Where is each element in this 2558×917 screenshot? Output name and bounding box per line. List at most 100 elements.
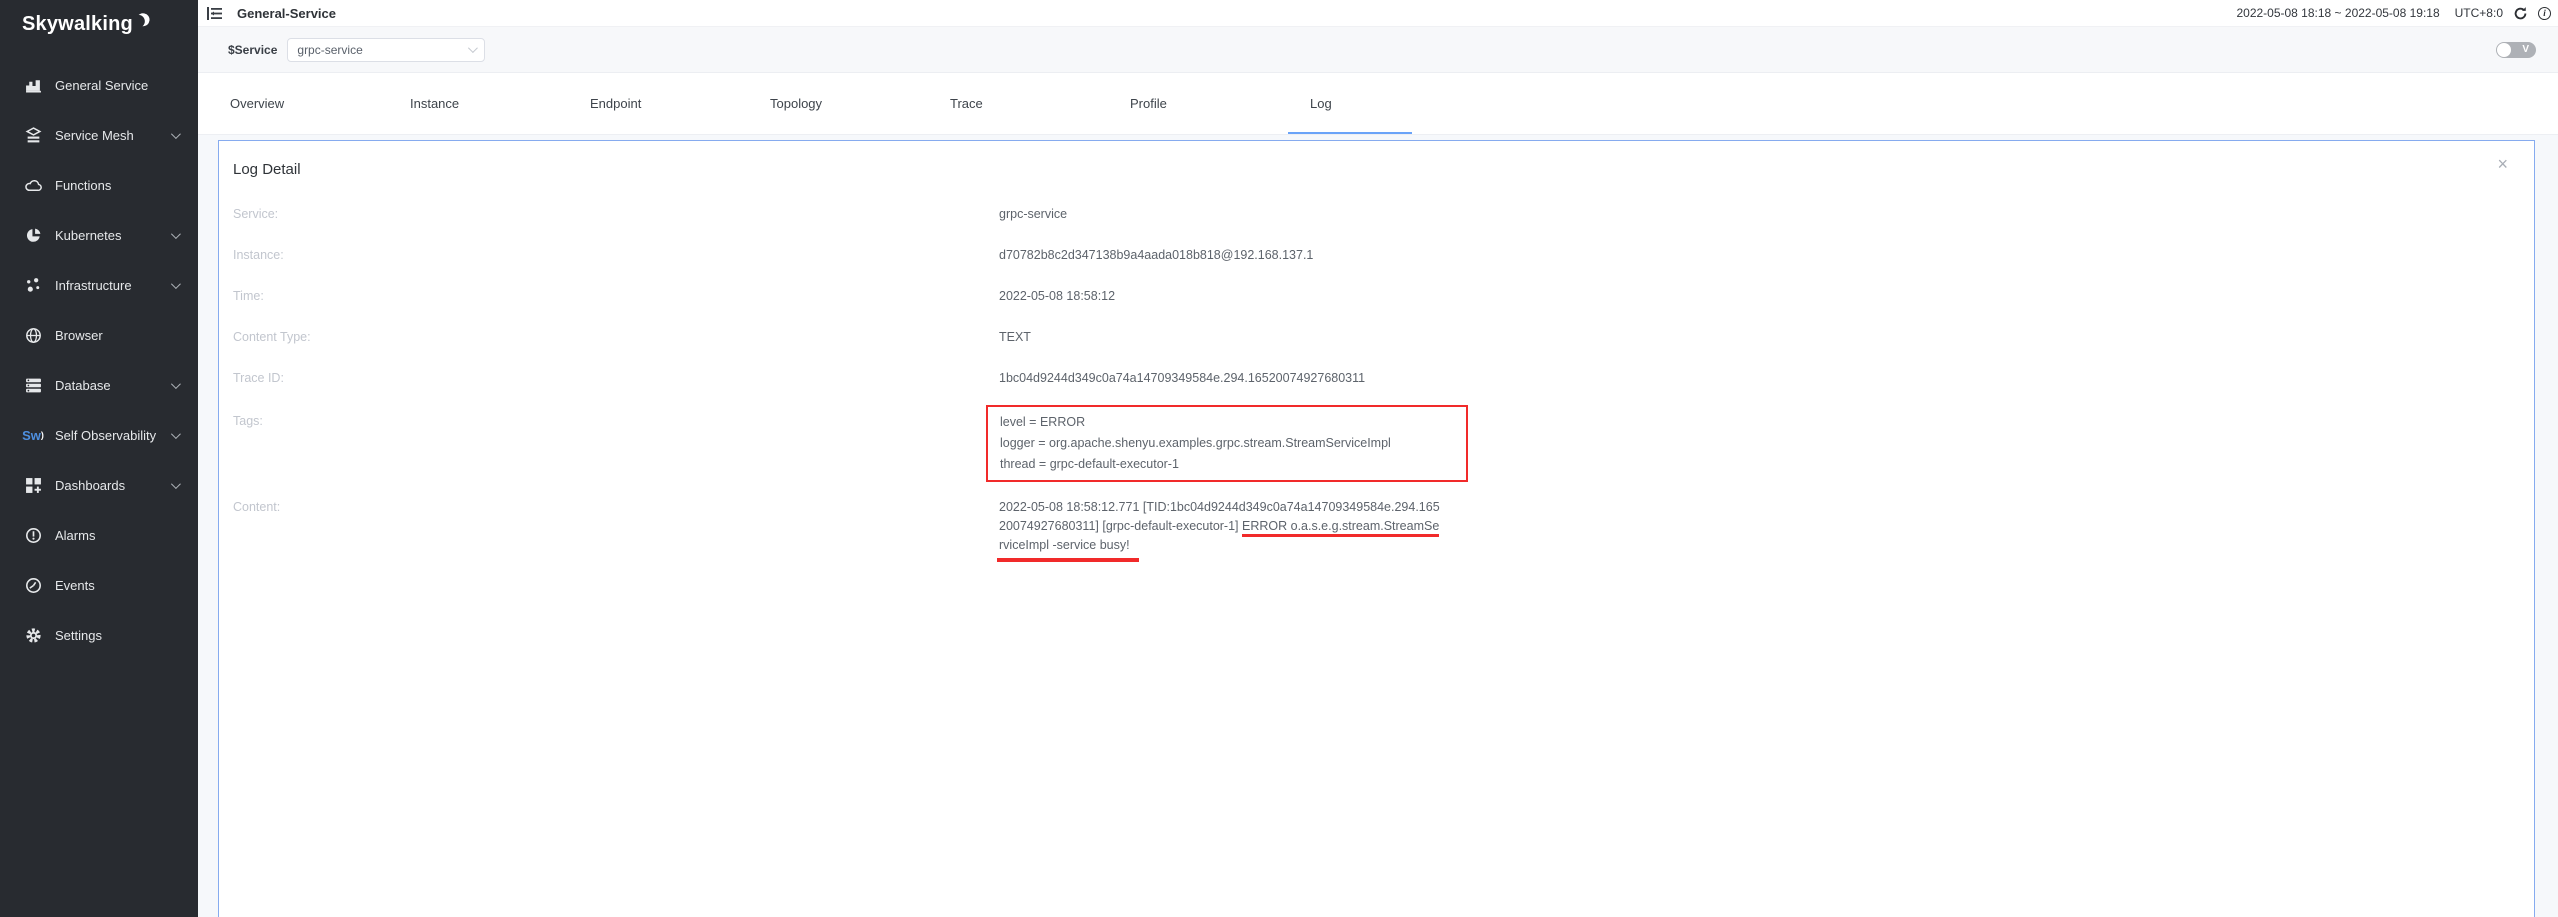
red-underline-annotation: rviceImpl -service busy! bbox=[999, 536, 1130, 555]
refresh-icon[interactable] bbox=[2513, 6, 2528, 21]
sidebar-item-label: Events bbox=[55, 578, 95, 593]
toggle-label: V bbox=[2522, 44, 2529, 55]
cloud-icon bbox=[24, 176, 42, 194]
bar-chart-icon bbox=[24, 76, 42, 94]
service-tabs: Overview Instance Endpoint Topology Trac… bbox=[198, 73, 2558, 135]
panel-title: Log Detail bbox=[233, 161, 2534, 178]
field-row-service: Service: grpc-service bbox=[219, 194, 2534, 235]
field-label: Instance: bbox=[219, 246, 999, 265]
database-icon bbox=[24, 376, 42, 394]
sidebar-item-label: General Service bbox=[55, 78, 148, 93]
sidebar-item-browser[interactable]: Browser bbox=[0, 310, 198, 360]
sidebar-item-alarms[interactable]: Alarms bbox=[0, 510, 198, 560]
sidebar-item-infrastructure[interactable]: Infrastructure bbox=[0, 260, 198, 310]
sidebar-nav: General Service Service Mesh Functions bbox=[0, 60, 198, 660]
top-header: General-Service 2022-05-08 18:18 ~ 2022-… bbox=[198, 0, 2558, 27]
chevron-down-icon bbox=[171, 279, 181, 289]
sidebar-item-service-mesh[interactable]: Service Mesh bbox=[0, 110, 198, 160]
tab-endpoint[interactable]: Endpoint bbox=[590, 73, 770, 134]
field-label: Tags: bbox=[219, 405, 999, 431]
log-content-line: rviceImpl -service busy! bbox=[999, 536, 1440, 555]
tag-line: level = ERROR bbox=[1000, 412, 1454, 433]
pie-icon bbox=[24, 226, 42, 244]
chevron-down-icon bbox=[171, 229, 181, 239]
chevron-down-icon bbox=[171, 429, 181, 439]
log-detail-panel: × Log Detail Service: grpc-service Insta… bbox=[218, 140, 2535, 917]
sidebar-item-label: Database bbox=[55, 378, 111, 393]
field-value: grpc-service bbox=[999, 205, 1067, 224]
field-row-instance: Instance: d70782b8c2d347138b9a4aada018b8… bbox=[219, 235, 2534, 276]
content-area: × Log Detail Service: grpc-service Insta… bbox=[198, 136, 2558, 917]
layers-icon bbox=[24, 126, 42, 144]
tab-topology[interactable]: Topology bbox=[770, 73, 950, 134]
sidebar-item-label: Settings bbox=[55, 628, 102, 643]
sidebar-item-label: Dashboards bbox=[55, 478, 125, 493]
field-label: Content: bbox=[219, 498, 999, 517]
timer-icon bbox=[24, 576, 42, 594]
tab-instance[interactable]: Instance bbox=[410, 73, 590, 134]
sidebar-item-label: Functions bbox=[55, 178, 111, 193]
tab-profile[interactable]: Profile bbox=[1130, 73, 1310, 134]
sidebar-item-label: Self Observability bbox=[55, 428, 156, 443]
field-row-content-type: Content Type: TEXT bbox=[219, 317, 2534, 358]
gear-icon bbox=[24, 626, 42, 644]
sidebar-item-label: Service Mesh bbox=[55, 128, 134, 143]
field-row-time: Time: 2022-05-08 18:58:12 bbox=[219, 276, 2534, 317]
sidebar-item-label: Browser bbox=[55, 328, 103, 343]
main-area: General-Service 2022-05-08 18:18 ~ 2022-… bbox=[198, 0, 2558, 917]
alarm-icon bbox=[24, 526, 42, 544]
field-value: 2022-05-08 18:58:12 bbox=[999, 287, 1115, 306]
chevron-down-icon bbox=[171, 479, 181, 489]
field-value: TEXT bbox=[999, 328, 1031, 347]
sidebar-item-functions[interactable]: Functions bbox=[0, 160, 198, 210]
sidebar-item-general-service[interactable]: General Service bbox=[0, 60, 198, 110]
sidebar-collapse-icon[interactable] bbox=[207, 7, 222, 20]
log-content-line: 2022-05-08 18:58:12.771 [TID:1bc04d9244d… bbox=[999, 498, 1440, 517]
service-toolbar: $Service grpc-service V bbox=[198, 27, 2558, 73]
tag-line: thread = grpc-default-executor-1 bbox=[1000, 454, 1454, 475]
timezone[interactable]: UTC+8:0 bbox=[2455, 6, 2503, 20]
sw-logo-icon: Sw) bbox=[24, 426, 42, 444]
tab-log[interactable]: Log bbox=[1310, 73, 1490, 134]
time-range[interactable]: 2022-05-08 18:18 ~ 2022-05-08 19:18 bbox=[2236, 6, 2439, 20]
close-icon[interactable]: × bbox=[2497, 155, 2508, 173]
sidebar: Skywalking General Service Service Mesh bbox=[0, 0, 198, 917]
field-label: Content Type: bbox=[219, 328, 999, 347]
tags-annotation-box: level = ERROR logger = org.apache.shenyu… bbox=[986, 405, 1468, 482]
chevron-down-icon bbox=[171, 129, 181, 139]
sidebar-item-database[interactable]: Database bbox=[0, 360, 198, 410]
sidebar-item-label: Infrastructure bbox=[55, 278, 132, 293]
skywalking-logo: Skywalking bbox=[0, 0, 198, 36]
log-content-text: 2022-05-08 18:58:12.771 [TID:1bc04d9244d… bbox=[999, 498, 1440, 555]
sidebar-item-settings[interactable]: Settings bbox=[0, 610, 198, 660]
sidebar-item-self-observability[interactable]: Sw) Self Observability bbox=[0, 410, 198, 460]
log-content-line: 20074927680311] [grpc-default-executor-1… bbox=[999, 517, 1440, 536]
service-select-value: grpc-service bbox=[297, 43, 468, 57]
tab-overview[interactable]: Overview bbox=[230, 73, 410, 134]
field-row-trace-id: Trace ID: 1bc04d9244d349c0a74a1470934958… bbox=[219, 358, 2534, 399]
sidebar-item-dashboards[interactable]: Dashboards bbox=[0, 460, 198, 510]
chevron-down-icon bbox=[468, 43, 478, 53]
sidebar-item-label: Kubernetes bbox=[55, 228, 122, 243]
dots-icon bbox=[24, 276, 42, 294]
grid-plus-icon bbox=[24, 476, 42, 494]
field-value: d70782b8c2d347138b9a4aada018b818@192.168… bbox=[999, 246, 1313, 265]
sidebar-item-label: Alarms bbox=[55, 528, 95, 543]
field-label: Trace ID: bbox=[219, 369, 999, 388]
sidebar-item-kubernetes[interactable]: Kubernetes bbox=[0, 210, 198, 260]
sidebar-item-events[interactable]: Events bbox=[0, 560, 198, 610]
service-select[interactable]: grpc-service bbox=[287, 38, 485, 62]
version-toggle[interactable]: V bbox=[2496, 42, 2536, 58]
skywalking-app: Skywalking General Service Service Mesh bbox=[0, 0, 2558, 917]
globe-icon bbox=[24, 326, 42, 344]
info-icon[interactable]: i bbox=[2538, 7, 2551, 20]
tab-trace[interactable]: Trace bbox=[950, 73, 1130, 134]
red-underline-annotation: ERROR o.a.s.e.g.stream.StreamSe bbox=[1242, 519, 1439, 537]
field-value: 1bc04d9244d349c0a74a14709349584e.294.165… bbox=[999, 369, 1365, 388]
tag-line: logger = org.apache.shenyu.examples.grpc… bbox=[1000, 433, 1454, 454]
toggle-knob bbox=[2497, 43, 2511, 57]
field-label: Service: bbox=[219, 205, 999, 224]
field-row-content: Content: 2022-05-08 18:58:12.771 [TID:1b… bbox=[219, 488, 2534, 565]
moon-crescent-icon bbox=[135, 12, 151, 28]
chevron-down-icon bbox=[171, 379, 181, 389]
